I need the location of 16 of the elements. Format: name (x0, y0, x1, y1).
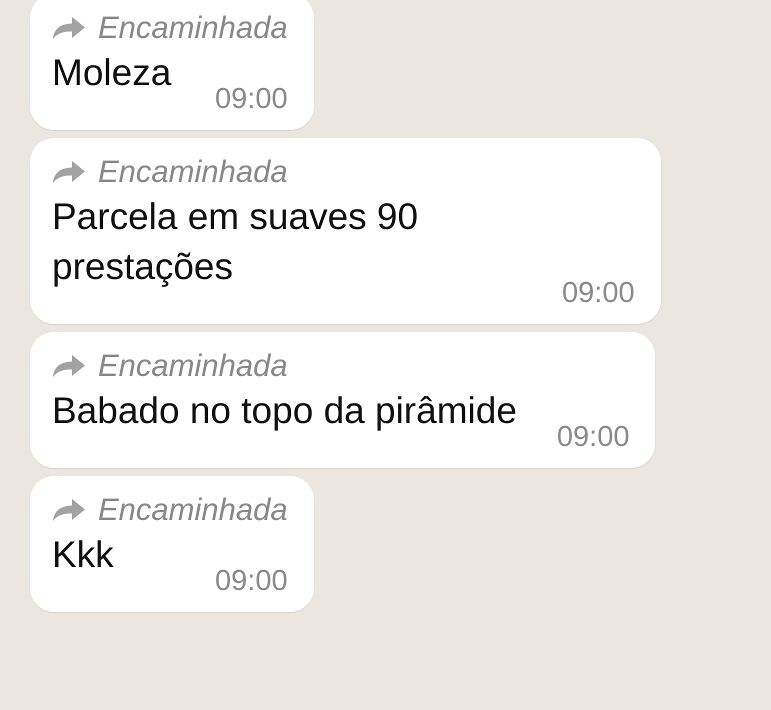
forwarded-label: Encaminhada (98, 10, 288, 46)
forwarded-label: Encaminhada (98, 154, 288, 190)
message-time: 09:00 (215, 82, 288, 116)
message-text: Babado no topo da pirâmide (52, 389, 517, 433)
forward-arrow-icon (52, 16, 86, 40)
forwarded-label: Encaminhada (98, 492, 288, 528)
message-text: Kkk (52, 533, 114, 577)
forwarded-label: Encaminhada (98, 348, 288, 384)
forward-arrow-icon (52, 498, 86, 522)
message-text: Parcela em suaves 90 prestações (52, 195, 420, 289)
message-time: 09:00 (556, 420, 630, 454)
forward-arrow-icon (52, 354, 86, 378)
message-time: 09:00 (562, 276, 635, 310)
message-time: 09:00 (215, 564, 288, 598)
message-text: Moleza (52, 51, 172, 95)
forward-arrow-icon (52, 160, 86, 184)
